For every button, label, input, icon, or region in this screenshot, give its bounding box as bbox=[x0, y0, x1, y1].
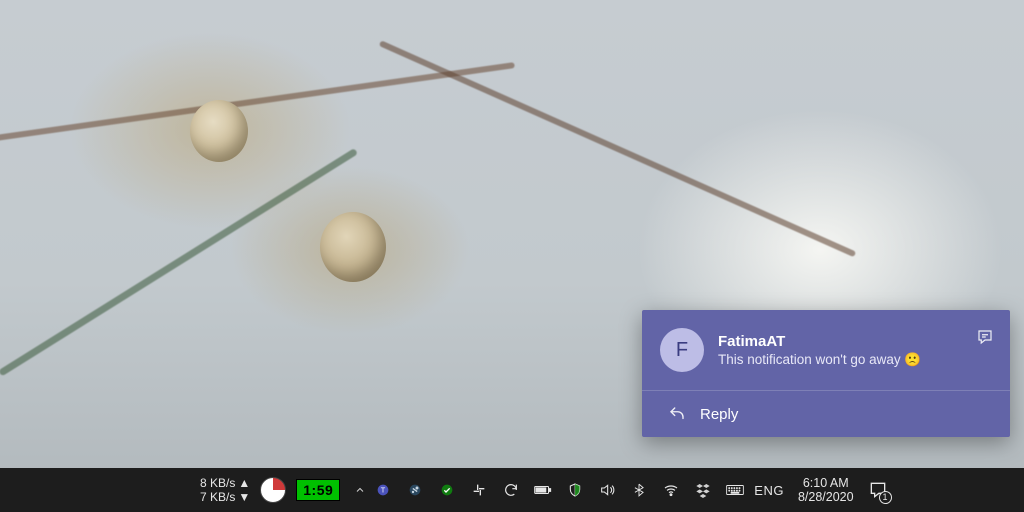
download-rate: 7 KB/s bbox=[200, 490, 235, 504]
notification-count-badge: 1 bbox=[879, 491, 892, 504]
timer-widget[interactable]: 1:59 bbox=[296, 479, 340, 501]
security-tray-icon[interactable] bbox=[566, 481, 584, 499]
teams-notification-toast[interactable]: F FatimaAT This notification won't go aw… bbox=[642, 310, 1010, 437]
slack-tray-icon[interactable] bbox=[470, 481, 488, 499]
chat-icon bbox=[976, 328, 994, 346]
touch-keyboard-tray-icon[interactable] bbox=[726, 481, 744, 499]
svg-text:T: T bbox=[381, 486, 386, 495]
disk-usage-icon[interactable] bbox=[260, 477, 286, 503]
wallpaper-decor bbox=[320, 212, 386, 282]
bluetooth-tray-icon[interactable] bbox=[630, 481, 648, 499]
network-rate-meter[interactable]: 8 KB/s▲ 7 KB/s▼ bbox=[200, 476, 250, 504]
taskbar-clock[interactable]: 6:10 AM 8/28/2020 bbox=[798, 476, 854, 504]
sender-avatar: F bbox=[660, 328, 704, 372]
battery-tray-icon[interactable] bbox=[534, 481, 552, 499]
wallpaper-decor bbox=[190, 100, 248, 162]
toast-body-area[interactable]: F FatimaAT This notification won't go aw… bbox=[642, 310, 1010, 390]
down-arrow-icon: ▼ bbox=[238, 490, 250, 504]
clock-time: 6:10 AM bbox=[803, 476, 849, 490]
reply-button[interactable]: Reply bbox=[642, 391, 1010, 437]
wallpaper-decor bbox=[379, 40, 856, 257]
sender-name: FatimaAT bbox=[718, 333, 962, 350]
upload-rate: 8 KB/s bbox=[200, 476, 235, 490]
wallpaper-decor bbox=[0, 148, 358, 377]
message-preview: This notification won't go away 🙁 bbox=[718, 352, 962, 368]
system-tray: T bbox=[374, 481, 744, 499]
language-indicator[interactable]: ENG bbox=[754, 483, 784, 498]
clock-date: 8/28/2020 bbox=[798, 490, 854, 504]
taskbar: 8 KB/s▲ 7 KB/s▼ 1:59 T bbox=[0, 468, 1024, 512]
up-arrow-icon: ▲ bbox=[238, 476, 250, 490]
reply-label: Reply bbox=[700, 406, 738, 423]
sync-tray-icon[interactable] bbox=[502, 481, 520, 499]
teams-tray-icon[interactable]: T bbox=[374, 481, 392, 499]
action-center-button[interactable]: 1 bbox=[868, 480, 888, 500]
volume-tray-icon[interactable] bbox=[598, 481, 616, 499]
tray-overflow-chevron-icon[interactable] bbox=[354, 484, 366, 496]
steam-tray-icon[interactable] bbox=[406, 481, 424, 499]
wallpaper-decor bbox=[0, 62, 515, 146]
reply-icon bbox=[668, 405, 686, 423]
dropbox-tray-icon[interactable] bbox=[694, 481, 712, 499]
wifi-tray-icon[interactable] bbox=[662, 481, 680, 499]
status-ok-tray-icon[interactable] bbox=[438, 481, 456, 499]
